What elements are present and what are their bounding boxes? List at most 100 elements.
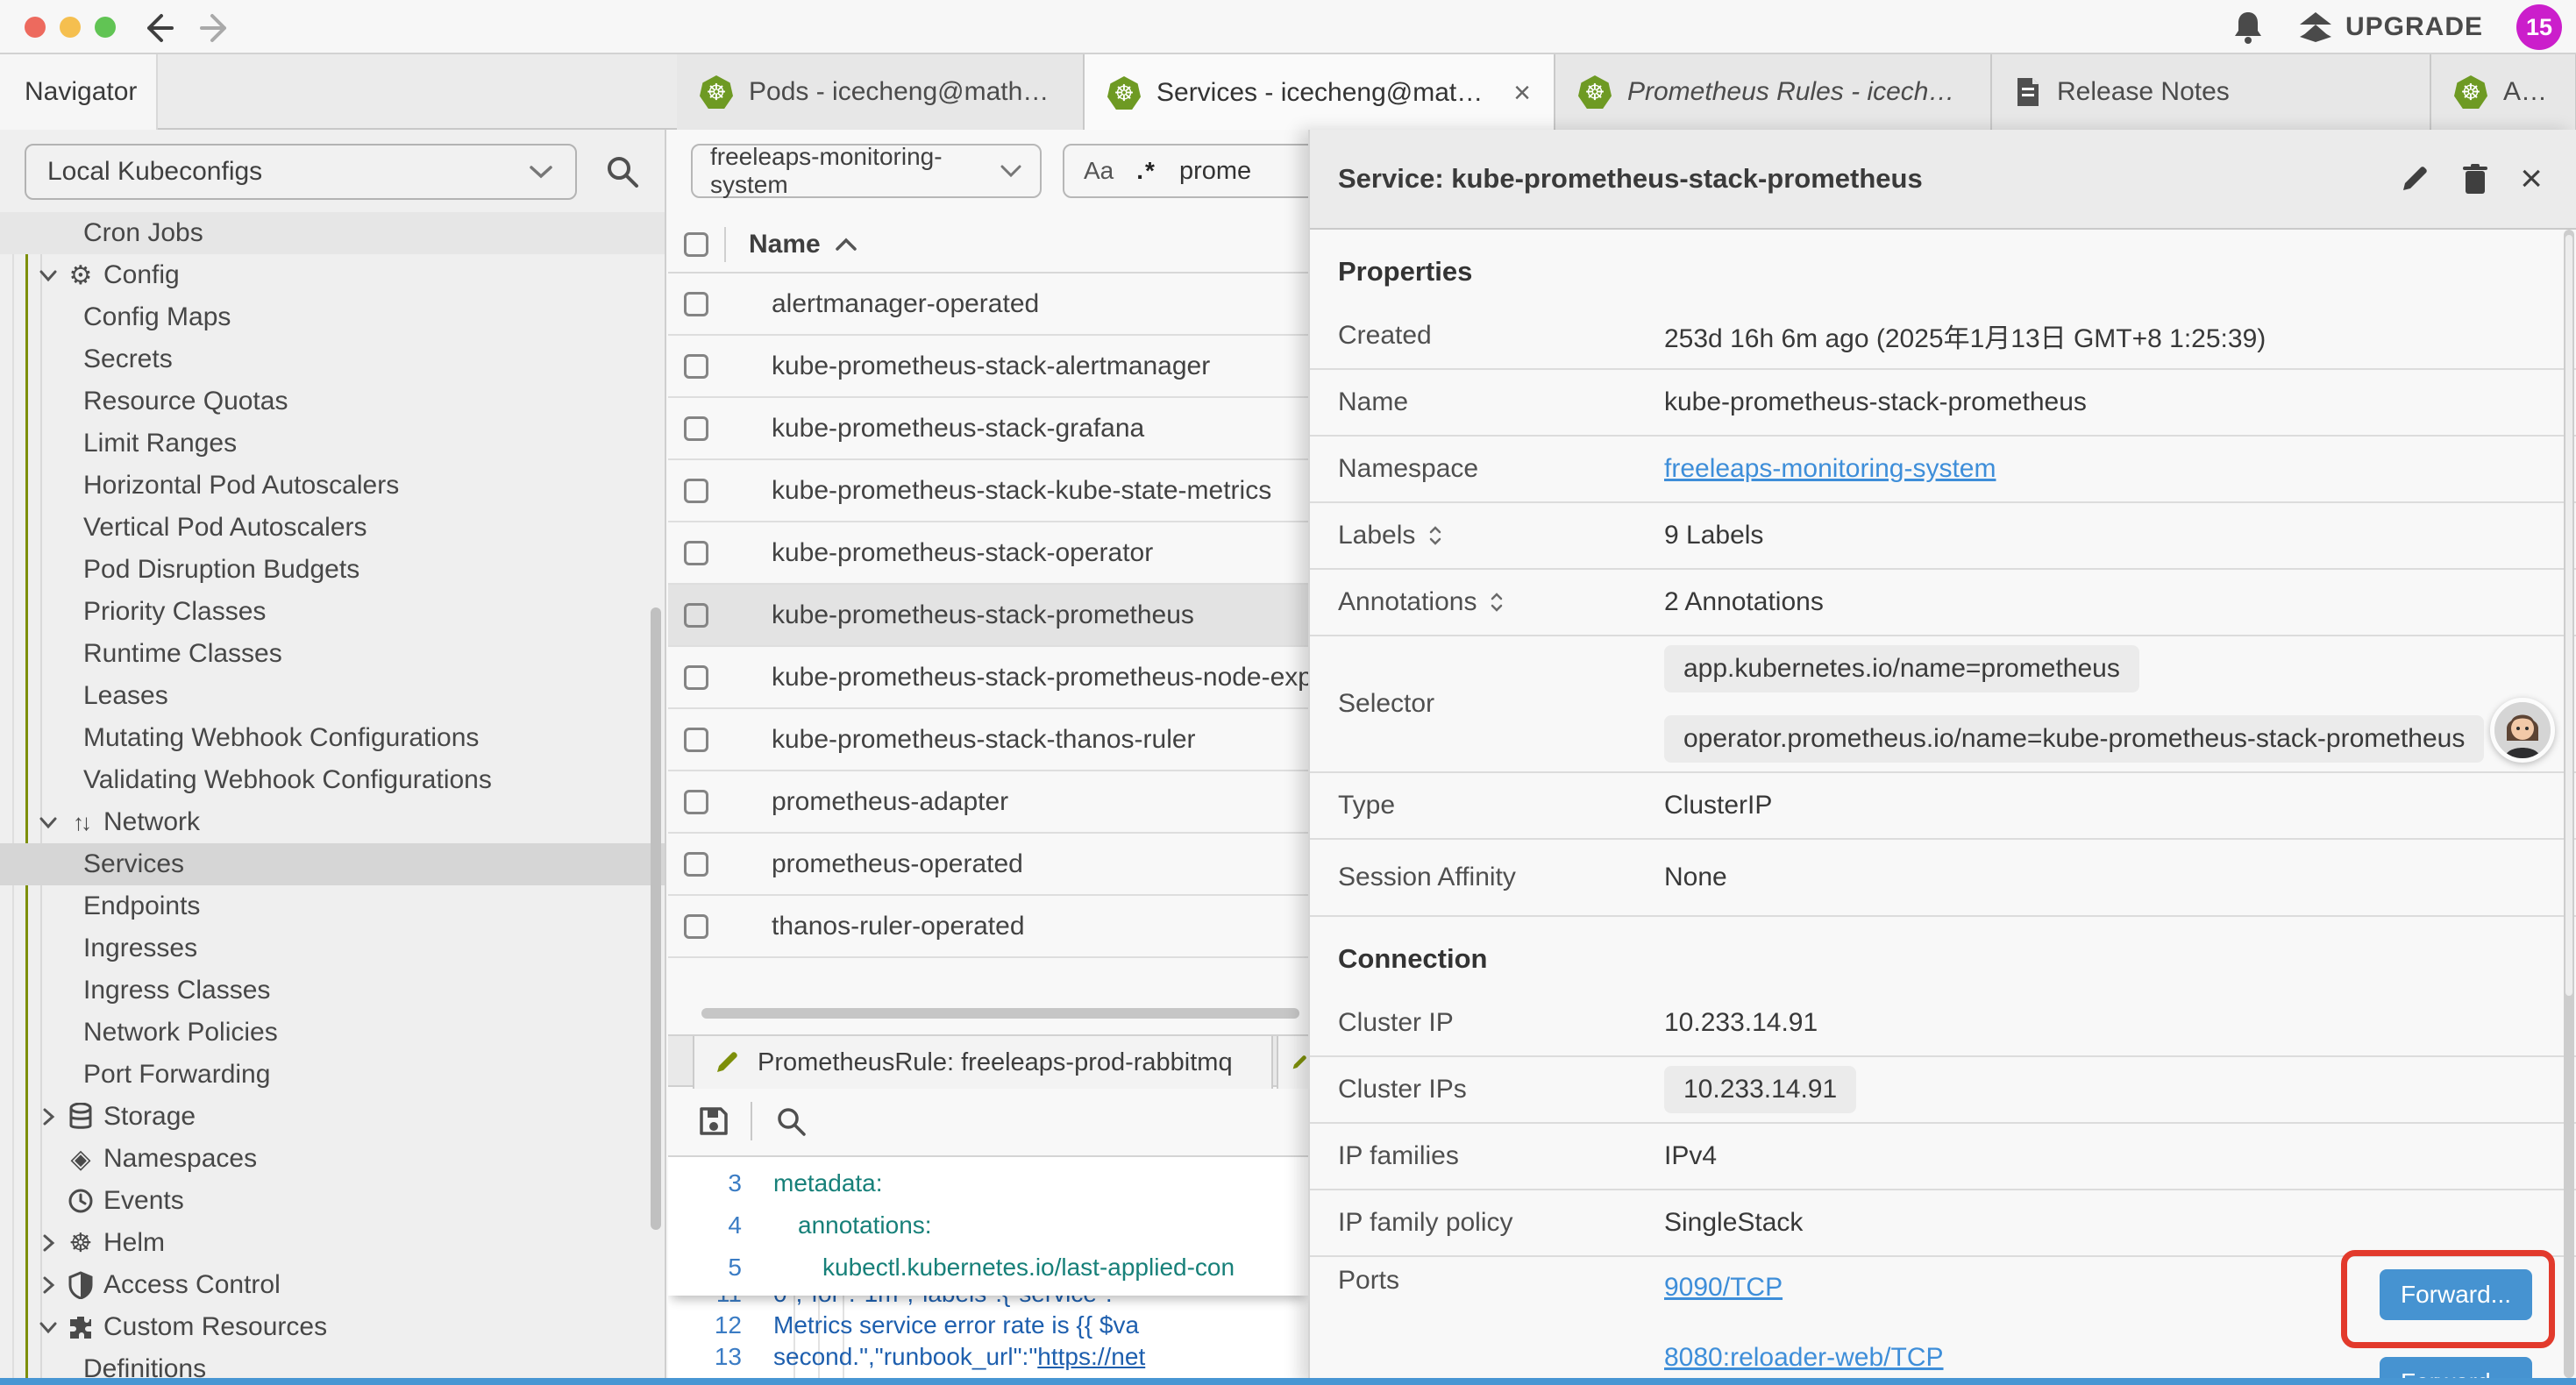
sidebar-item-secrets[interactable]: Secrets	[0, 338, 644, 380]
tab-argo-se[interactable]: ☸ Argo Se	[2431, 54, 2576, 130]
row-checkbox[interactable]	[684, 603, 708, 628]
match-case-toggle[interactable]: Aa	[1084, 157, 1114, 185]
table-row-kube-prometheus-stack-thanos-ruler[interactable]: kube-prometheus-stack-thanos-ruler	[668, 709, 1308, 771]
tab-prometheus-rules-icecheng[interactable]: ☸Prometheus Rules - icecheng...	[1555, 54, 1992, 130]
kubernetes-icon: ☸	[2454, 75, 2487, 109]
sidebar-scrollbar[interactable]	[651, 607, 661, 1230]
forward-button[interactable]: Forward...	[2380, 1269, 2532, 1320]
sidebar-item-horizontal-pod-autoscalers[interactable]: Horizontal Pod Autoscalers	[0, 465, 644, 507]
sidebar-item-priority-classes[interactable]: Priority Classes	[0, 591, 644, 633]
editor-tab-next[interactable]	[1277, 1036, 1308, 1089]
service-name: kube-prometheus-stack-prometheus	[772, 600, 1194, 630]
horizontal-scrollbar[interactable]	[701, 1008, 1299, 1019]
sidebar-item-pod-disruption-budgets[interactable]: Pod Disruption Budgets	[0, 549, 644, 591]
sidebar-item-validating-webhook-configurations[interactable]: Validating Webhook Configurations	[0, 759, 644, 801]
sidebar-item-runtime-classes[interactable]: Runtime Classes	[0, 633, 644, 675]
table-row-prometheus-adapter[interactable]: prometheus-adapter	[668, 771, 1308, 834]
sidebar-item-limit-ranges[interactable]: Limit Ranges	[0, 423, 644, 465]
sidebar-item-resource-quotas[interactable]: Resource Quotas	[0, 380, 644, 423]
sidebar-item-storage[interactable]: Storage	[0, 1096, 644, 1138]
close-tab-icon[interactable]: ×	[1513, 76, 1531, 110]
section-heading-properties: Properties	[1310, 230, 2576, 303]
table-row-alertmanager-operated[interactable]: alertmanager-operated	[668, 273, 1308, 336]
yaml-editor[interactable]: 110","for":"1m","labels":{"service":"12M…	[668, 1155, 1308, 1385]
detail-row-selector: Selectorapp.kubernetes.io/name=prometheu…	[1310, 636, 2576, 773]
sidebar-item-namespaces[interactable]: ◈Namespaces	[0, 1138, 644, 1180]
navigator-search-button[interactable]	[603, 153, 642, 191]
row-checkbox[interactable]	[684, 914, 708, 939]
row-checkbox[interactable]	[684, 790, 708, 814]
table-row-kube-prometheus-stack-prometheus[interactable]: kube-prometheus-stack-prometheus	[668, 585, 1308, 647]
row-checkbox[interactable]	[684, 354, 708, 379]
tab-label: Argo Se	[2503, 77, 2552, 107]
tab-release-notes[interactable]: Release Notes	[1992, 54, 2431, 130]
code-line-3: 3metadata:	[668, 1162, 1308, 1204]
upgrade-button[interactable]: UPGRADE	[2298, 11, 2483, 44]
close-icon[interactable]: ×	[2520, 160, 2543, 198]
detail-scrollbar-thumb[interactable]	[2565, 235, 2572, 996]
edit-pencil-icon[interactable]	[2399, 163, 2430, 195]
tab-navigator[interactable]: Navigator	[0, 54, 158, 130]
name-column-header[interactable]: Name	[749, 230, 857, 259]
app-window: UPGRADE 15 Navigator ☸Pods - icecheng@ma…	[0, 0, 2576, 1385]
table-row-thanos-ruler-operated[interactable]: thanos-ruler-operated	[668, 896, 1308, 958]
table-row-kube-prometheus-stack-operator[interactable]: kube-prometheus-stack-operator	[668, 522, 1308, 585]
sidebar-item-events[interactable]: Events	[0, 1180, 644, 1222]
row-checkbox[interactable]	[684, 665, 708, 690]
sidebar-item-config[interactable]: ⚙Config	[0, 254, 644, 296]
table-row-kube-prometheus-stack-kube-state-metrics[interactable]: kube-prometheus-stack-kube-state-metrics	[668, 460, 1308, 522]
sidebar-item-endpoints[interactable]: Endpoints	[0, 885, 644, 927]
sidebar-item-leases[interactable]: Leases	[0, 675, 644, 717]
sidebar-item-cron-jobs[interactable]: Cron Jobs	[0, 212, 665, 254]
notification-badge[interactable]: 15	[2516, 4, 2562, 50]
minimize-window-button[interactable]	[60, 17, 81, 38]
table-row-kube-prometheus-stack-alertmanager[interactable]: kube-prometheus-stack-alertmanager	[668, 336, 1308, 398]
row-checkbox[interactable]	[684, 852, 708, 877]
editor-search-button[interactable]	[773, 1104, 808, 1139]
table-row-prometheus-operated[interactable]: prometheus-operated	[668, 834, 1308, 896]
row-checkbox[interactable]	[684, 292, 708, 316]
sidebar-item-access-control[interactable]: Access Control	[0, 1264, 644, 1306]
sort-toggle[interactable]	[1489, 591, 1505, 614]
port-link-9090-tcp[interactable]: 9090/TCP	[1664, 1273, 1944, 1303]
editor-tab-prometheusrule[interactable]: PrometheusRule: freeleaps-prod-rabbitmq	[693, 1036, 1273, 1089]
table-row-kube-prometheus-stack-grafana[interactable]: kube-prometheus-stack-grafana	[668, 398, 1308, 460]
namespace-selector[interactable]: freeleaps-monitoring-system	[691, 144, 1042, 198]
row-checkbox[interactable]	[684, 416, 708, 441]
sidebar-item-mutating-webhook-configurations[interactable]: Mutating Webhook Configurations	[0, 717, 644, 759]
sidebar-item-network-policies[interactable]: Network Policies	[0, 1012, 644, 1054]
sidebar-item-vertical-pod-autoscalers[interactable]: Vertical Pod Autoscalers	[0, 507, 644, 549]
row-checkbox[interactable]	[684, 479, 708, 503]
table-row-kube-prometheus-stack-prometheus-node-expor[interactable]: kube-prometheus-stack-prometheus-node-ex…	[668, 647, 1308, 709]
service-name: kube-prometheus-stack-operator	[772, 538, 1153, 568]
select-all-checkbox[interactable]	[684, 232, 708, 257]
sidebar-item-ingresses[interactable]: Ingresses	[0, 927, 644, 970]
sidebar-item-ingress-classes[interactable]: Ingress Classes	[0, 970, 644, 1012]
row-checkbox[interactable]	[684, 728, 708, 752]
column-divider	[724, 227, 726, 262]
save-button[interactable]	[696, 1104, 731, 1139]
sidebar-item-custom-resources[interactable]: Custom Resources	[0, 1306, 644, 1348]
close-window-button[interactable]	[25, 17, 46, 38]
sidebar-item-config-maps[interactable]: Config Maps	[0, 296, 644, 338]
sort-toggle[interactable]	[1427, 524, 1443, 547]
port-link-8080-reloader-web-tcp[interactable]: 8080:reloader-web/TCP	[1664, 1343, 1944, 1373]
sidebar-item-network[interactable]: ↑↓Network	[0, 801, 644, 843]
namespace-link[interactable]: freeleaps-monitoring-system	[1664, 454, 1996, 484]
kubeconfig-selector[interactable]: Local Kubeconfigs	[25, 144, 577, 200]
forward-button[interactable]	[196, 9, 235, 47]
tab-services-icecheng-math[interactable]: ☸Services - icecheng@math...×	[1085, 54, 1555, 131]
back-button[interactable]	[139, 9, 177, 47]
avatar[interactable]	[2490, 698, 2555, 763]
zoom-window-button[interactable]	[95, 17, 116, 38]
sidebar-item-services[interactable]: Services	[0, 843, 665, 885]
detail-value: None	[1664, 863, 1727, 892]
delete-trash-icon[interactable]	[2460, 162, 2490, 195]
notifications-bell-icon[interactable]	[2231, 10, 2265, 45]
regex-toggle[interactable]: .*	[1136, 157, 1156, 185]
resource-search-input[interactable]: Aa .* prome	[1063, 144, 1308, 198]
sidebar-item-port-forwarding[interactable]: Port Forwarding	[0, 1054, 644, 1096]
sidebar-item-helm[interactable]: ☸Helm	[0, 1222, 644, 1264]
row-checkbox[interactable]	[684, 541, 708, 565]
tab-pods-icecheng-mathmas[interactable]: ☸Pods - icecheng@mathmas...	[677, 54, 1085, 130]
